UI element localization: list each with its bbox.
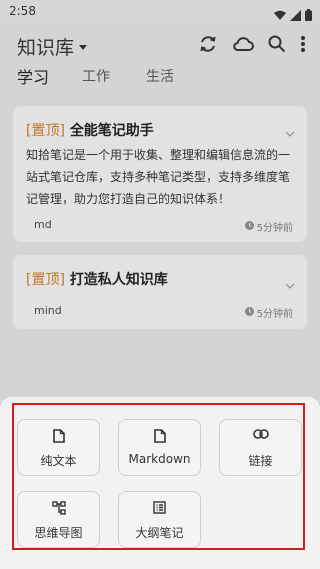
category-tabs: 学习 工作 生活 (0, 66, 320, 88)
note-timestamp: 5分钟前 (244, 305, 293, 320)
status-time: 2:58 (9, 4, 36, 18)
knowledge-base-selector[interactable]: 知识库 (17, 33, 88, 60)
status-bar: 2:58 (0, 0, 320, 24)
search-icon[interactable] (268, 35, 286, 57)
tab-life[interactable]: 生活 (146, 66, 174, 86)
page-title: 知识库 (17, 37, 75, 59)
pinned-label: [置顶] (26, 272, 65, 288)
note-title: [置顶] 全能笔记助手 (26, 123, 154, 139)
clock-icon (244, 306, 254, 319)
chevron-down-icon[interactable] (285, 274, 295, 293)
tab-study[interactable]: 学习 (17, 64, 49, 88)
note-preview: 知拾笔记是一个用于收集、整理和编辑信息流的一站式笔记仓库，支持多种笔记类型，支持… (26, 148, 291, 206)
app-bar: 知识库 (0, 24, 320, 66)
signal-icon (290, 6, 301, 25)
app-actions (198, 34, 306, 58)
battery-icon (305, 6, 312, 25)
sync-icon[interactable] (198, 34, 218, 58)
note-tag: md (34, 218, 52, 231)
note-timestamp: 5分钟前 (244, 219, 293, 234)
note-card[interactable]: [置顶] 打造私人知识库 mind 5分钟前 (13, 255, 307, 329)
note-title: [置顶] 打造私人知识库 (26, 272, 168, 288)
pinned-label: [置顶] (26, 123, 65, 139)
note-card[interactable]: [置顶] 全能笔记助手 知拾笔记是一个用于收集、整理和编辑信息流的一站式笔记仓库… (13, 106, 307, 242)
tab-work[interactable]: 工作 (82, 66, 110, 86)
more-vert-icon[interactable] (300, 35, 306, 57)
wifi-icon (274, 6, 286, 25)
status-icons (274, 6, 312, 25)
cloud-icon[interactable] (232, 35, 254, 57)
highlight-box (12, 403, 305, 550)
chevron-down-icon[interactable] (285, 122, 295, 141)
note-tag: mind (34, 304, 62, 317)
clock-icon (244, 220, 254, 233)
caret-down-icon (79, 45, 88, 50)
